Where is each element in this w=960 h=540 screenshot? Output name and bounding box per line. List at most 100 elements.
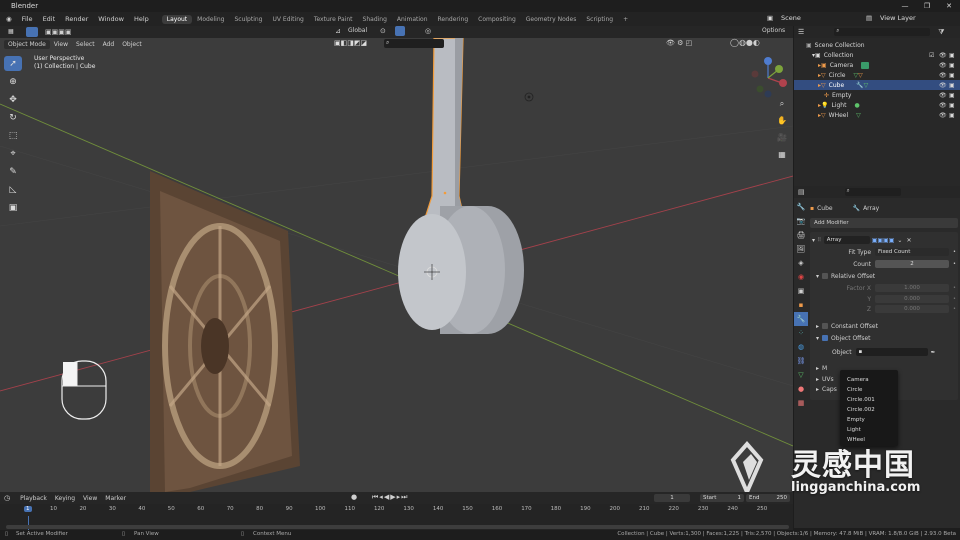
- dropdown-item-light[interactable]: Light: [840, 425, 898, 435]
- keyframe-dot-icon[interactable]: •: [953, 306, 956, 312]
- camera-render-icon[interactable]: ▣: [949, 62, 955, 69]
- proportional-edit-icon[interactable]: ◎: [425, 27, 431, 35]
- end-frame-field[interactable]: End 250: [746, 494, 790, 502]
- camera-render-icon[interactable]: ▣: [949, 112, 955, 119]
- eye-icon[interactable]: 👁: [939, 52, 947, 59]
- tab-compositing[interactable]: Compositing: [473, 15, 521, 24]
- expand-arrow-icon[interactable]: ▸: [816, 376, 819, 383]
- grid-view-icon[interactable]: ▦: [774, 146, 790, 163]
- move-tool-icon[interactable]: ✥: [4, 92, 22, 107]
- snap-icon[interactable]: [395, 26, 405, 36]
- viewport-overlay-icons[interactable]: 👁 ⚙ ◰: [666, 39, 692, 47]
- remove-modifier-icon[interactable]: ✕: [906, 237, 911, 244]
- view-layer-name[interactable]: View Layer: [880, 14, 916, 22]
- object-offset-checkbox[interactable]: [822, 335, 829, 341]
- eye-icon[interactable]: 👁: [939, 82, 947, 89]
- select-tool-icon[interactable]: ➚: [4, 56, 22, 71]
- menu-help[interactable]: Help: [129, 15, 154, 23]
- menu-add[interactable]: Add: [99, 40, 119, 49]
- count-field[interactable]: 2: [875, 260, 950, 268]
- options-dropdown[interactable]: Options: [758, 26, 789, 35]
- expand-arrow-icon[interactable]: ▸: [816, 386, 819, 393]
- expand-arrow-icon[interactable]: ▸: [816, 365, 819, 372]
- material-tab-icon[interactable]: ●: [794, 382, 808, 396]
- camera-view-icon[interactable]: 🎥: [774, 129, 790, 146]
- annotate-tool-icon[interactable]: ✎: [4, 164, 22, 179]
- menu-view[interactable]: View: [50, 40, 72, 49]
- relative-offset-checkbox[interactable]: [822, 273, 829, 279]
- offset-object-field[interactable]: ▪: [855, 348, 928, 356]
- factor-z-field[interactable]: 0.000: [875, 305, 950, 313]
- tab-texture-paint[interactable]: Texture Paint: [309, 15, 358, 24]
- transform-orientation-icon[interactable]: ⊿: [335, 27, 341, 35]
- tab-geometry-nodes[interactable]: Geometry Nodes: [521, 15, 582, 24]
- expand-arrow-icon[interactable]: ▸: [816, 323, 819, 330]
- eye-icon[interactable]: 👁: [939, 92, 947, 99]
- scene-icon[interactable]: ▣: [767, 14, 773, 22]
- collapse-arrow-icon[interactable]: ▾: [812, 237, 815, 244]
- camera-render-icon[interactable]: ▣: [949, 52, 955, 59]
- timeline-track[interactable]: [0, 516, 793, 530]
- menu-marker[interactable]: Marker: [101, 494, 130, 503]
- object-tab-icon[interactable]: ▪: [794, 298, 808, 312]
- eye-icon[interactable]: 👁: [939, 62, 947, 69]
- particles-tab-icon[interactable]: ⁘: [794, 326, 808, 340]
- current-frame-field[interactable]: 1: [654, 494, 690, 502]
- timeline-editor-icon[interactable]: ◷: [4, 494, 10, 502]
- tab-layout[interactable]: Layout: [161, 14, 193, 24]
- keyframe-dot-icon[interactable]: •: [953, 261, 956, 267]
- keyframe-dot-icon[interactable]: •: [953, 249, 956, 255]
- menu-file[interactable]: File: [17, 15, 38, 23]
- keyframe-dot-icon[interactable]: •: [953, 285, 956, 291]
- transform-tool-icon[interactable]: ⌖: [4, 146, 22, 161]
- eye-icon[interactable]: 👁: [939, 72, 947, 79]
- timeline-scrollbar[interactable]: [6, 525, 789, 529]
- modifier-menu-icon[interactable]: ⌄: [897, 237, 902, 244]
- physics-tab-icon[interactable]: ◍: [794, 340, 808, 354]
- view-layer-icon[interactable]: ▤: [866, 14, 872, 22]
- outliner-scene-collection[interactable]: ▣ Scene Collection: [794, 40, 960, 50]
- dropdown-item-circle-001[interactable]: Circle.001: [840, 395, 898, 405]
- tab-shading[interactable]: Shading: [358, 15, 392, 24]
- object-offset-header[interactable]: ▾ Object Offset: [812, 332, 956, 344]
- constant-offset-header[interactable]: ▸ Constant Offset: [812, 320, 956, 332]
- zoom-icon[interactable]: ⌕: [774, 95, 790, 112]
- outliner-item-wheel[interactable]: ▸▽ WHeel ▽ 👁 ▣: [794, 110, 960, 120]
- world-tab-icon[interactable]: ◉: [794, 270, 808, 284]
- tab-modeling[interactable]: Modeling: [192, 15, 229, 24]
- outliner-search-field[interactable]: ⌕: [834, 28, 931, 36]
- filter-icon[interactable]: ⧩: [938, 28, 944, 37]
- menu-select[interactable]: Select: [72, 40, 99, 49]
- collapse-arrow-icon[interactable]: ▾: [816, 273, 819, 280]
- viewport-search-field[interactable]: ⌕: [384, 39, 444, 48]
- scene-name[interactable]: Scene: [781, 14, 801, 22]
- output-tab-icon[interactable]: 🖨: [794, 228, 808, 242]
- data-tab-icon[interactable]: ▽: [794, 368, 808, 382]
- outliner-item-light[interactable]: ▸💡 Light ● 👁 ▣: [794, 100, 960, 110]
- fit-type-dropdown[interactable]: Fixed Count: [875, 248, 950, 256]
- tab-scripting[interactable]: Scripting: [581, 15, 618, 24]
- camera-render-icon[interactable]: ▣: [949, 102, 955, 109]
- menu-playback[interactable]: Playback: [16, 494, 51, 503]
- editor-type-icon[interactable]: ▦: [4, 27, 18, 36]
- add-modifier-dropdown[interactable]: Add Modifier: [810, 218, 958, 228]
- blender-logo-icon[interactable]: ◉: [0, 15, 17, 23]
- rotate-tool-icon[interactable]: ↻: [4, 110, 22, 125]
- tab-animation[interactable]: Animation: [392, 15, 433, 24]
- menu-view[interactable]: View: [79, 494, 101, 503]
- collapse-arrow-icon[interactable]: ▾: [816, 335, 819, 342]
- playback-controls-icons[interactable]: ⏮◂◀▶▸⏭: [372, 493, 408, 502]
- camera-render-icon[interactable]: ▣: [949, 92, 955, 99]
- visibility-filter-icons[interactable]: ▣◧◨◩◪: [334, 39, 367, 47]
- minimize-button[interactable]: —: [896, 0, 914, 12]
- 3d-viewport[interactable]: [0, 26, 793, 492]
- modifier-toggle-icons[interactable]: ▣▣▣▣: [872, 237, 895, 244]
- add-workspace-button[interactable]: +: [618, 15, 633, 24]
- properties-editor-icon[interactable]: ▤: [798, 188, 805, 196]
- factor-x-field[interactable]: 1.000: [875, 284, 950, 292]
- outliner-item-empty[interactable]: ✢ Empty 👁 ▣: [794, 90, 960, 100]
- measure-tool-icon[interactable]: ◺: [4, 182, 22, 197]
- outliner-item-camera[interactable]: ▸▣ Camera 👁 ▣: [794, 60, 960, 70]
- add-cube-tool-icon[interactable]: ▣: [4, 200, 22, 215]
- constant-offset-checkbox[interactable]: [822, 323, 829, 329]
